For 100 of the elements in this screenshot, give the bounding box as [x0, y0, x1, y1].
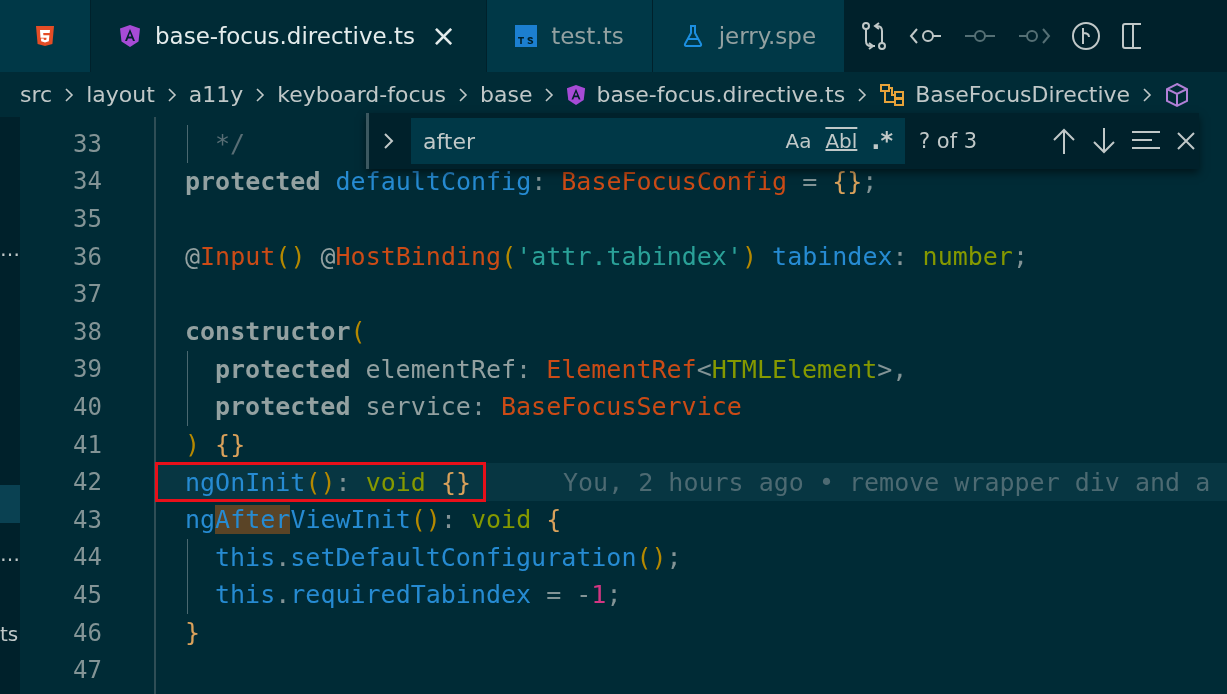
code-token: : [531, 166, 548, 196]
code-token: HostBinding [335, 242, 502, 272]
find-option-toggle[interactable]: .* [871, 127, 893, 155]
code-token: @ [185, 242, 201, 272]
code-token: void [365, 467, 426, 497]
code-token: defaultConfig [334, 166, 532, 196]
line-number: 35 [73, 205, 102, 233]
code-token: ; [606, 580, 622, 610]
code-token: {} [439, 467, 471, 497]
chevron-right-icon [255, 86, 266, 103]
code-token: {} [832, 166, 863, 196]
code-token: = - [545, 580, 592, 610]
find-in-selection-icon[interactable] [1131, 130, 1162, 152]
breadcrumb-item[interactable]: layout [86, 82, 155, 107]
line-number: 47 [73, 656, 102, 685]
line-number: 33 [73, 129, 102, 158]
code-token: {} [214, 430, 246, 460]
html5-icon [35, 25, 55, 47]
code-token: constructor [185, 317, 351, 347]
angular-icon [119, 24, 141, 48]
code-token: 1 [591, 580, 607, 610]
code-token: 'attr.tabindex' [516, 242, 742, 272]
code-token: After [215, 505, 291, 535]
breadcrumb-item[interactable]: base [479, 82, 533, 107]
chevron-right-icon [544, 86, 555, 103]
code-token: } [185, 618, 201, 647]
code-token: : [470, 392, 487, 422]
breadcrumb-item[interactable]: base-focus.directive.ts [566, 82, 846, 107]
breadcrumb-item[interactable]: BaseFocusDirective [879, 82, 1131, 107]
class-icon [879, 82, 906, 107]
line-number: 36 [73, 242, 102, 271]
code-token: Input [200, 242, 276, 272]
code-token: ( [350, 317, 366, 347]
code-token: ( [501, 242, 517, 272]
chevron-right-icon [166, 86, 177, 103]
sidebar-item[interactable]: ts [0, 622, 20, 646]
code-token: this [215, 542, 276, 572]
code-token: { [545, 505, 562, 535]
editor-tab[interactable]: base-focus.directive.ts × [91, 0, 488, 72]
split-editor-icon[interactable] [1121, 21, 1142, 51]
breadcrumb-item[interactable] [1164, 81, 1191, 108]
code-token: >, [877, 354, 908, 384]
line-number: 42 [73, 468, 102, 497]
breadcrumb-item[interactable]: src [20, 82, 53, 107]
code-token: < [696, 354, 712, 384]
tab-label: base-focus.directive.ts [155, 23, 416, 49]
code-token: . [275, 542, 291, 572]
code-token: () [305, 467, 336, 497]
chevron-right-icon [64, 86, 75, 103]
code-token: ; [666, 542, 682, 572]
code-token: */ [215, 129, 246, 159]
close-tab-button[interactable]: × [429, 21, 459, 51]
code-token: setDefaultConfiguration [290, 542, 637, 572]
code-token: . [275, 580, 291, 610]
sidebar-item[interactable]: … [0, 237, 20, 261]
code-token: BaseFocusConfig [561, 166, 788, 196]
editor-tab[interactable]: test.ts [487, 0, 653, 72]
close-icon[interactable] [1175, 130, 1198, 152]
find-option-toggle[interactable]: Aa [785, 129, 812, 153]
sidebar-item[interactable]: … [0, 542, 20, 566]
git-graph-icon[interactable] [1071, 21, 1102, 51]
find-input[interactable]: after Aa Abl .* [411, 118, 905, 164]
line-number: 43 [73, 505, 102, 534]
editor-tab[interactable] [0, 0, 91, 72]
chevron-right-icon [857, 86, 868, 103]
code-token: BaseFocusService [501, 392, 742, 422]
code-token: HTMLElement [711, 354, 878, 384]
code-token: void [471, 505, 532, 535]
line-number: 37 [73, 280, 102, 309]
find-option-toggle[interactable]: Abl [825, 129, 858, 153]
angular-icon [566, 83, 587, 106]
blame-annotation: You, 2 hours ago • remove wrapper div and a [563, 467, 1211, 497]
code-token: : [892, 242, 909, 272]
code-token: @ [319, 242, 336, 272]
line-number: 46 [73, 618, 102, 647]
cube-icon [1164, 81, 1191, 108]
typescript-icon [515, 25, 538, 47]
code-token: requiredTabindex [290, 580, 532, 610]
code-token: : [516, 354, 533, 384]
editor-tab[interactable]: jerry.spe [652, 0, 846, 72]
breadcrumb-item[interactable]: a11y [188, 82, 244, 107]
line-number: 39 [73, 355, 102, 384]
code-token: ; [862, 166, 878, 196]
code-token: : [335, 467, 352, 497]
line-number: 40 [73, 392, 102, 421]
code-token: () [636, 542, 667, 572]
line-number: 45 [73, 580, 102, 609]
arrow-down-icon[interactable] [1091, 127, 1118, 155]
code-token: ngOnInit [185, 467, 306, 497]
tab-label: test.ts [551, 23, 624, 49]
code-token: = [801, 166, 819, 196]
code-token: service [364, 392, 471, 422]
breadcrumb-item[interactable]: keyboard-focus [277, 82, 446, 107]
code-token: ViewInit [290, 505, 411, 535]
code-token: number [922, 242, 1013, 272]
code-token: ) [741, 242, 758, 272]
code-token: : [440, 505, 457, 535]
code-token: ; [1012, 242, 1028, 272]
code-token: protected [215, 392, 351, 422]
line-number: 38 [73, 317, 102, 346]
